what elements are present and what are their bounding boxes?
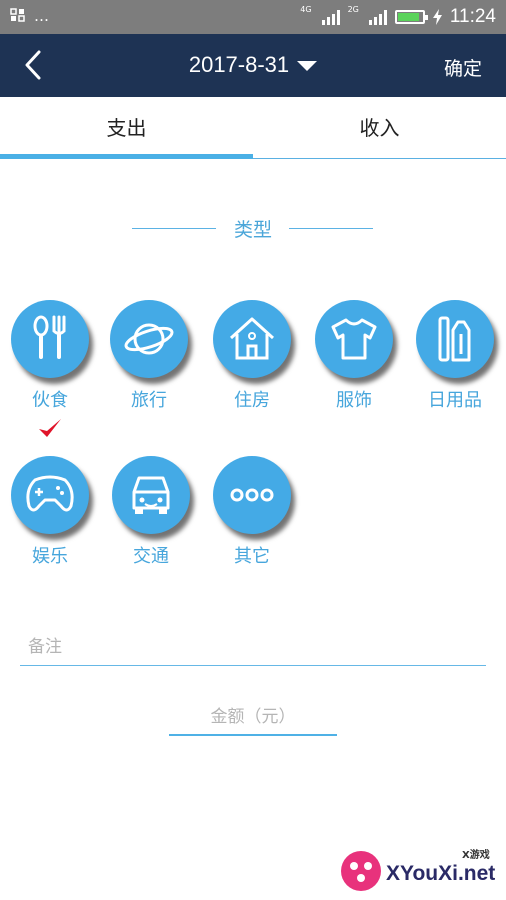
category-clothing-label: 服饰 bbox=[336, 390, 372, 411]
house-icon bbox=[229, 317, 275, 360]
confirm-button[interactable]: 确定 bbox=[444, 54, 482, 81]
category-other-circle bbox=[213, 456, 291, 534]
category-travel[interactable]: 旅行 bbox=[104, 300, 194, 412]
category-other[interactable]: 其它 bbox=[207, 456, 297, 568]
category-daily-goods-circle bbox=[416, 300, 494, 378]
battery-icon bbox=[394, 10, 428, 24]
section-title-text: 类型 bbox=[233, 219, 272, 241]
amount-input[interactable]: 金额（元） bbox=[169, 700, 337, 736]
category-entertainment-label: 娱乐 bbox=[32, 546, 68, 567]
category-clothing-circle bbox=[315, 300, 393, 378]
section-title: 类型 bbox=[0, 215, 506, 242]
car-icon bbox=[132, 476, 170, 514]
tab-active-indicator bbox=[0, 154, 253, 159]
tab-bar: 支出 收入 bbox=[0, 97, 506, 159]
utensils-icon bbox=[33, 315, 66, 359]
tab-income[interactable]: 收入 bbox=[253, 97, 506, 159]
category-daily-goods[interactable]: 日用品 bbox=[410, 300, 500, 412]
category-travel-label: 旅行 bbox=[131, 390, 167, 411]
tshirt-icon bbox=[331, 318, 377, 360]
tab-expense[interactable]: 支出 bbox=[0, 97, 253, 159]
watermark-logo-icon bbox=[341, 851, 381, 891]
notification-icon bbox=[10, 8, 25, 22]
category-housing-circle bbox=[213, 300, 291, 378]
category-daily-goods-label: 日用品 bbox=[428, 390, 482, 411]
category-other-label: 其它 bbox=[234, 546, 270, 567]
category-entertainment-circle bbox=[11, 456, 89, 534]
signal-icon-2 bbox=[368, 9, 387, 25]
status-bar: … 4G 2G 11:24 bbox=[0, 0, 506, 34]
net-type-label: 4G bbox=[300, 5, 312, 14]
selected-check-icon bbox=[39, 419, 61, 437]
planet-icon bbox=[124, 323, 174, 355]
category-food-label: 伙食 bbox=[32, 390, 68, 411]
status-right: 4G 2G 11:24 bbox=[300, 6, 496, 28]
category-housing[interactable]: 住房 bbox=[207, 300, 297, 412]
watermark: X游戏 XYouXi.net bbox=[334, 836, 506, 900]
note-input[interactable]: 备注 bbox=[20, 628, 486, 666]
caret-down-icon bbox=[297, 61, 318, 72]
net-type-label-2: 2G bbox=[347, 5, 359, 14]
more-icon bbox=[230, 488, 274, 502]
app-header: 2017-8-31 确定 bbox=[0, 34, 506, 97]
watermark-brand: XYouXi.net bbox=[386, 862, 496, 885]
watermark-small-text: X游戏 bbox=[462, 850, 490, 861]
status-time: 11:24 bbox=[449, 6, 496, 27]
date-picker[interactable]: 2017-8-31 bbox=[0, 52, 506, 78]
category-clothing[interactable]: 服饰 bbox=[309, 300, 399, 412]
category-transport-circle bbox=[112, 456, 190, 534]
title-line-right bbox=[289, 228, 373, 229]
category-housing-label: 住房 bbox=[234, 390, 270, 411]
category-food[interactable]: 伙食 bbox=[5, 300, 95, 412]
category-travel-circle bbox=[110, 300, 188, 378]
title-line-left bbox=[132, 228, 216, 229]
category-food-circle bbox=[11, 300, 89, 378]
category-transport-label: 交通 bbox=[133, 546, 169, 567]
category-transport[interactable]: 交通 bbox=[106, 456, 196, 568]
category-entertainment[interactable]: 娱乐 bbox=[5, 456, 95, 568]
signal-icon bbox=[321, 9, 340, 25]
date-label: 2017-8-31 bbox=[188, 52, 290, 77]
status-left: … bbox=[10, 7, 49, 25]
gamepad-icon bbox=[26, 475, 74, 512]
status-more: … bbox=[34, 7, 49, 25]
toiletries-icon bbox=[438, 316, 471, 362]
charging-icon bbox=[432, 9, 442, 25]
